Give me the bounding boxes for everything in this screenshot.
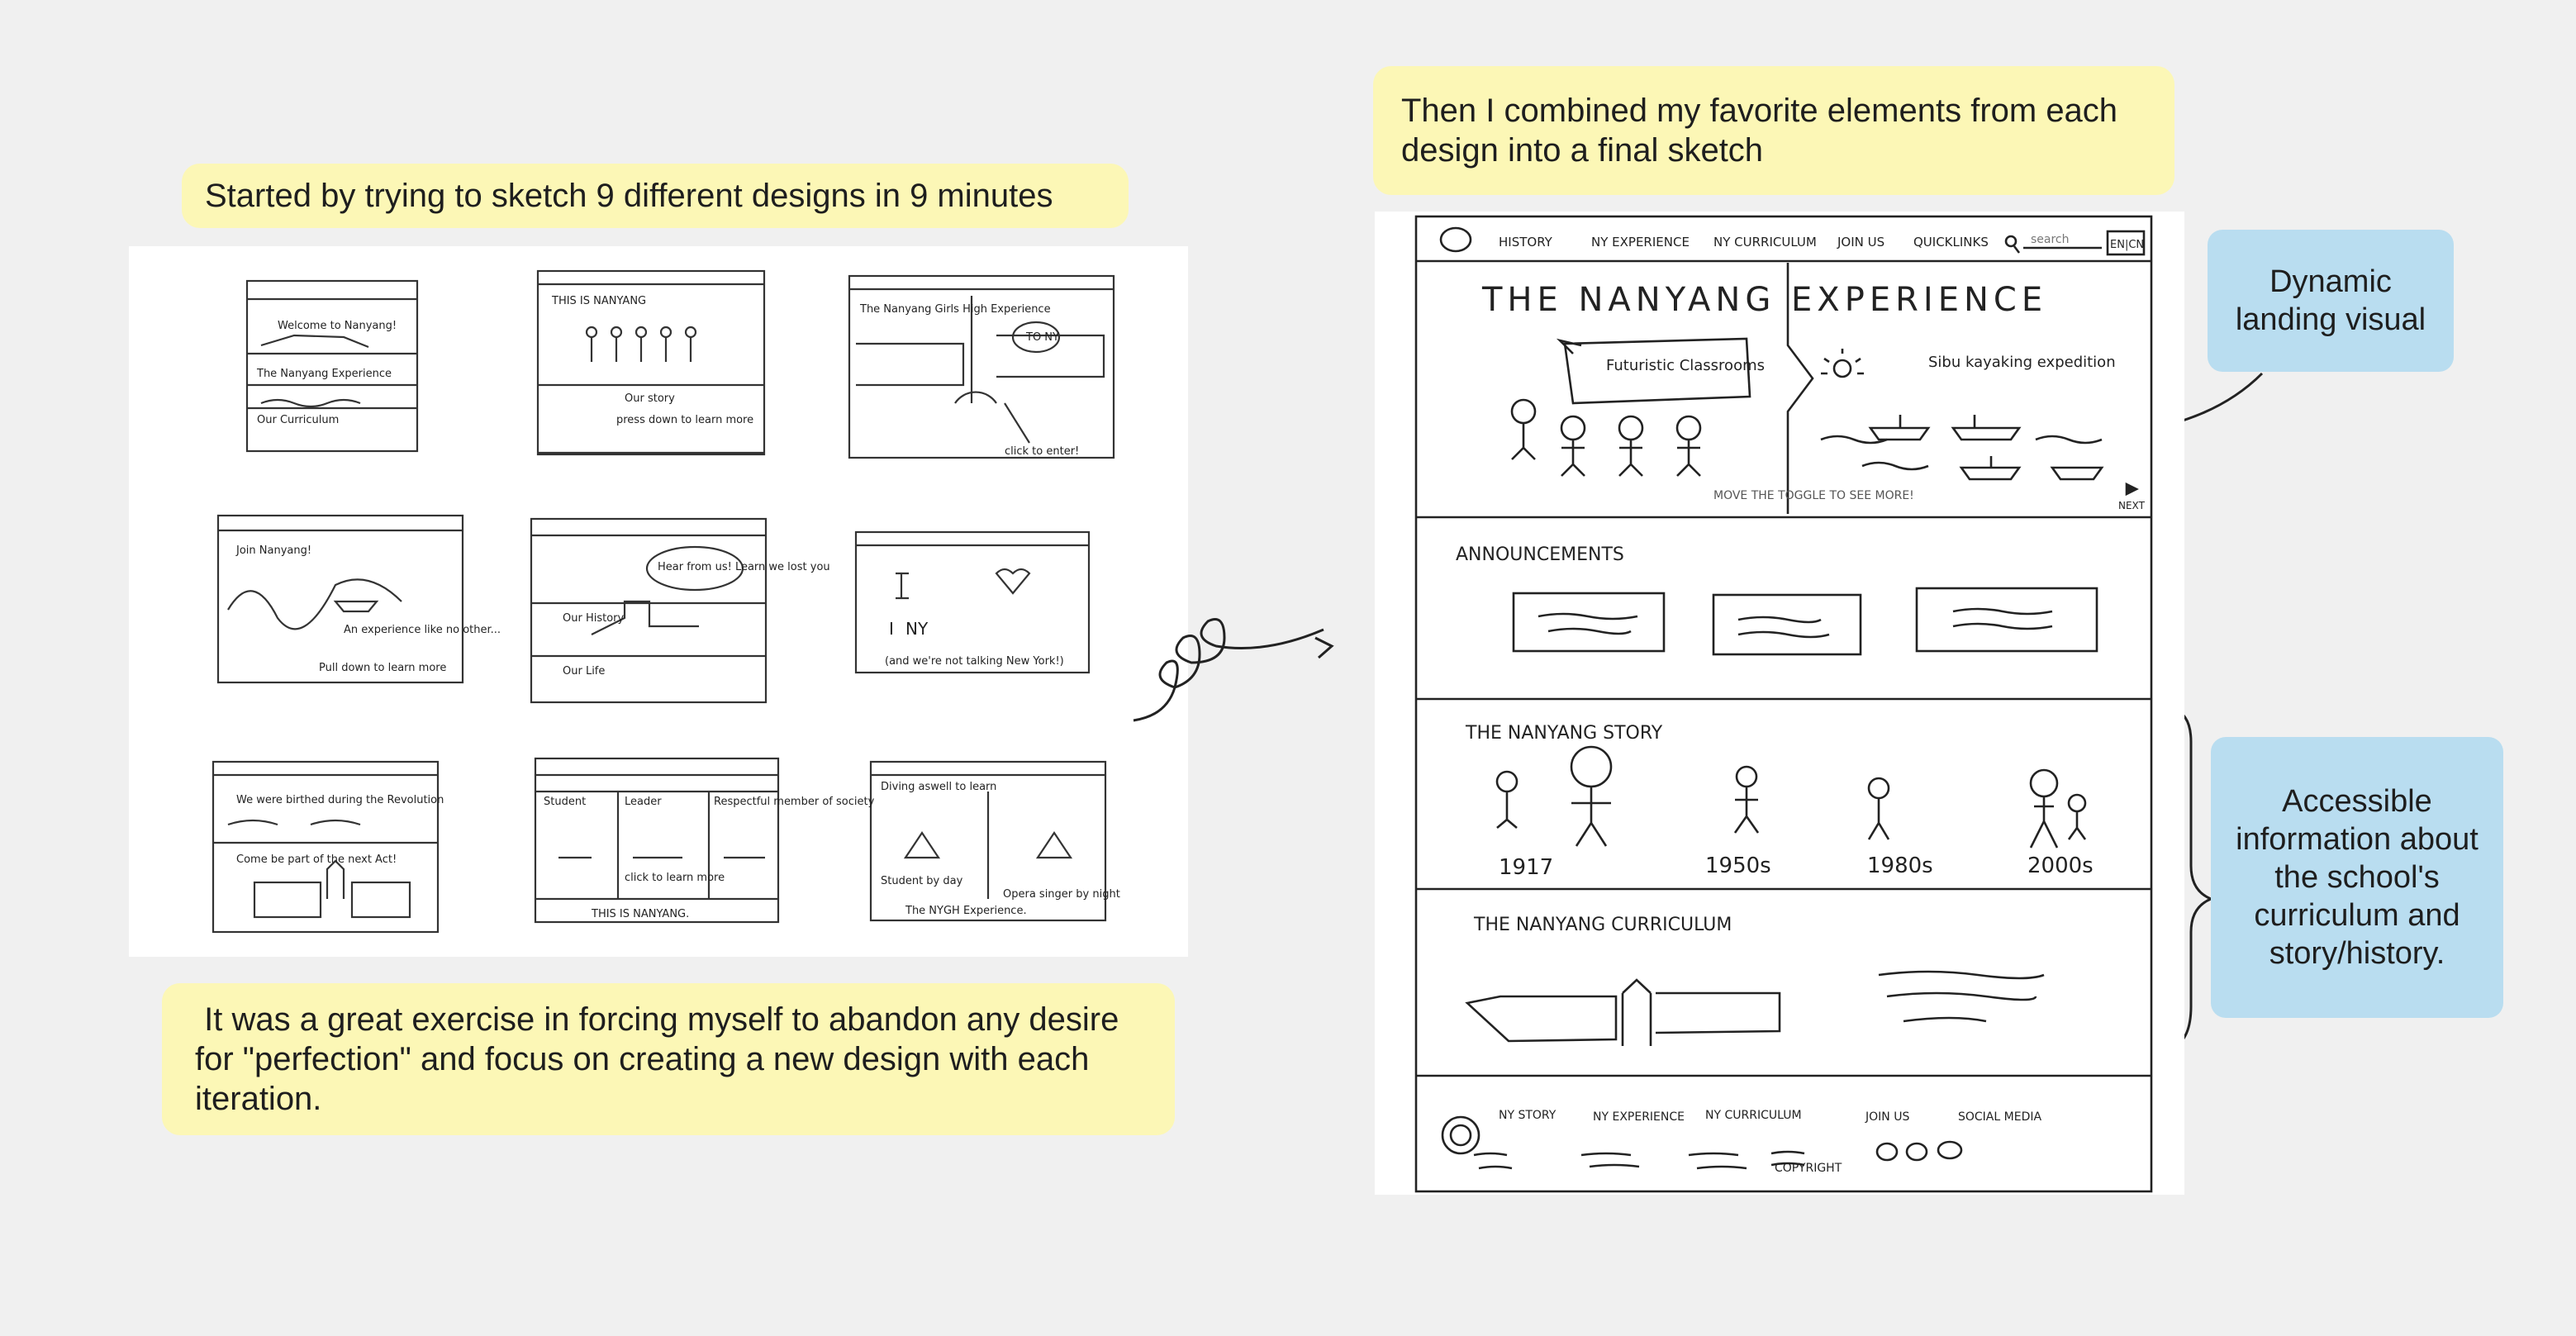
thumb-7-frame bbox=[211, 760, 440, 934]
thumb-5-text-3: Our Life bbox=[563, 665, 605, 678]
sketch-thumbnails: Welcome to Nanyang! The Nanyang Experien… bbox=[211, 269, 1120, 934]
language-toggle[interactable]: EN|CN bbox=[2110, 239, 2144, 251]
thumb-3-text-2: TO NY bbox=[1025, 331, 1059, 344]
thumb-8-text-3: Respectful member of society bbox=[714, 796, 875, 808]
thumb-8-text-1: Student bbox=[544, 796, 586, 808]
social-icon bbox=[1937, 1140, 1963, 1160]
nav-link-quicklinks[interactable]: QUICKLINKS bbox=[1913, 235, 1989, 250]
thumb-4-text-1: Join Nanyang! bbox=[235, 544, 311, 557]
story-year-2000s: 2000s bbox=[2027, 853, 2094, 878]
search-input[interactable]: search bbox=[2031, 233, 2070, 246]
thumb-8-frame bbox=[534, 757, 780, 924]
intro-note: Started by trying to sketch 9 different … bbox=[182, 164, 1129, 228]
social-icon bbox=[1905, 1142, 1928, 1162]
thumb-5-text-2: Our History bbox=[563, 612, 625, 625]
thumb-9-text-3: Opera singer by night bbox=[1003, 888, 1120, 901]
footer-copyright: COPYRIGHT bbox=[1775, 1162, 1842, 1175]
thumb-9-text-4: The NYGH Experience. bbox=[905, 905, 1027, 917]
thumb-1-text-2: The Nanyang Experience bbox=[256, 368, 392, 380]
toggle-hint: MOVE THE TOGGLE TO SEE MORE! bbox=[1713, 489, 1914, 502]
nav-link-ny-curriculum[interactable]: NY CURRICULUM bbox=[1713, 235, 1817, 250]
logo-icon bbox=[1439, 226, 1472, 253]
thumb-3-text-1: The Nanyang Girls High Experience bbox=[859, 303, 1051, 316]
thumb-7-text-1: We were birthed during the Revolution bbox=[236, 794, 444, 806]
final-sketch: HISTORY NY EXPERIENCE NY CURRICULUM JOIN… bbox=[1414, 215, 2153, 1193]
thumb-8-text-2: Leader bbox=[625, 796, 662, 808]
thumb-7-text-2: Come be part of the next Act! bbox=[236, 853, 397, 866]
search-icon bbox=[2004, 235, 2018, 248]
story-year-1917: 1917 bbox=[1499, 855, 1553, 880]
final-sketch-panel: HISTORY NY EXPERIENCE NY CURRICULUM JOIN… bbox=[1375, 212, 2184, 1195]
curriculum-building-left bbox=[1465, 995, 1618, 1043]
announcement-card bbox=[1915, 587, 2098, 653]
announcement-card bbox=[1512, 592, 1666, 653]
hero-left-caption: Futuristic Classrooms bbox=[1606, 357, 1765, 374]
footer-link-ny-curriculum[interactable]: NY CURRICULUM bbox=[1705, 1109, 1802, 1122]
thumb-6-text-2: NY bbox=[905, 619, 929, 639]
story-year-1950s: 1950s bbox=[1705, 853, 1771, 878]
nav-link-join-us[interactable]: JOIN US bbox=[1837, 235, 1884, 250]
thumb-2-text-2: Our story bbox=[625, 392, 675, 405]
intro-note-text: Started by trying to sketch 9 different … bbox=[205, 178, 1053, 214]
thumb-2-text-1: THIS IS NANYANG bbox=[551, 295, 646, 307]
thumb-3-text-3: click to enter! bbox=[1005, 445, 1079, 458]
thumb-9-text-1: Diving aswell to learn bbox=[881, 781, 996, 793]
nav-link-history[interactable]: HISTORY bbox=[1499, 235, 1553, 250]
landing-callout: Dynamic landing visual bbox=[2208, 230, 2454, 372]
next-label[interactable]: NEXT bbox=[2118, 500, 2146, 511]
crazy-eights-panel: Welcome to Nanyang! The Nanyang Experien… bbox=[129, 246, 1188, 957]
footer-logo-icon bbox=[1441, 1115, 1480, 1155]
thumb-9-text-2: Student by day bbox=[881, 875, 963, 887]
footer-link-social-media[interactable]: SOCIAL MEDIA bbox=[1958, 1110, 2041, 1124]
thumb-6-frame bbox=[854, 530, 1091, 674]
social-icon bbox=[1875, 1142, 1899, 1162]
story-year-1980s: 1980s bbox=[1867, 853, 1933, 878]
thumb-4-text-3: Pull down to learn more bbox=[319, 662, 446, 674]
announcement-card bbox=[1712, 593, 1862, 656]
footer-link-join-us[interactable]: JOIN US bbox=[1865, 1110, 1909, 1124]
next-arrow-icon bbox=[2125, 482, 2139, 497]
reflection-note-text: It was a great exercise in forcing mysel… bbox=[195, 1001, 1129, 1117]
thumb-2-text-3: press down to learn more bbox=[616, 414, 753, 426]
accessible-callout: Accessible information about the school'… bbox=[2211, 737, 2503, 1018]
story-title: THE NANYANG STORY bbox=[1465, 723, 1663, 744]
curriculum-title: THE NANYANG CURRICULUM bbox=[1473, 915, 1732, 935]
nav-link-ny-experience[interactable]: NY EXPERIENCE bbox=[1591, 235, 1690, 250]
reflection-note: It was a great exercise in forcing mysel… bbox=[162, 983, 1175, 1135]
thumb-8-text-5: THIS IS NANYANG. bbox=[591, 908, 689, 920]
accessible-callout-text: Accessible information about the school'… bbox=[2236, 784, 2479, 971]
thumb-5-text-1: Hear from us! Learn we lost you bbox=[658, 561, 830, 573]
thumb-6-text-3: (and we're not talking New York!) bbox=[885, 655, 1064, 668]
combined-note-text: Then I combined my favorite elements fro… bbox=[1401, 93, 2118, 169]
footer-link-ny-story[interactable]: NY STORY bbox=[1499, 1109, 1557, 1122]
thumb-4-text-2: An experience like no other... bbox=[344, 624, 501, 636]
hero-title: THE NANYANG EXPERIENCE bbox=[1481, 281, 2047, 319]
thumb-1-text-3: Our Curriculum bbox=[257, 414, 339, 426]
thumb-1-text-1: Welcome to Nanyang! bbox=[278, 320, 397, 332]
hero-right-caption: Sibu kayaking expedition bbox=[1928, 354, 2116, 371]
landing-callout-text: Dynamic landing visual bbox=[2235, 264, 2426, 337]
combined-note: Then I combined my favorite elements fro… bbox=[1373, 66, 2174, 195]
thumb-8-text-4: click to learn more bbox=[625, 872, 725, 884]
whiteboard-canvas: Started by trying to sketch 9 different … bbox=[0, 0, 2576, 1336]
thumb-6-text-1: I bbox=[889, 619, 894, 639]
footer-link-ny-experience[interactable]: NY EXPERIENCE bbox=[1593, 1110, 1685, 1124]
announcements-title: ANNOUNCEMENTS bbox=[1456, 544, 1624, 565]
thumb-4-frame bbox=[216, 514, 464, 684]
